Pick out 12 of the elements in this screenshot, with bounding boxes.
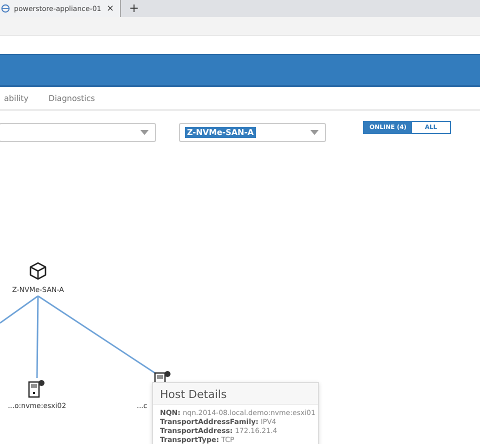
dropdown-value: Z-NVMe-SAN-A [185, 126, 256, 138]
dropdown[interactable]: Z-NVMe-SAN-A [179, 122, 326, 142]
tooltip-title: Host Details [160, 388, 227, 401]
caret-icon [140, 130, 149, 134]
globe-icon [1, 4, 10, 13]
server-icon[interactable] [28, 379, 45, 398]
nav-tab[interactable]: Diagnostics [46, 92, 98, 104]
nav-tab[interactable]: ability [1, 92, 32, 104]
caret-icon [310, 130, 319, 134]
new-tab-button[interactable]: + [129, 0, 140, 17]
cube-icon[interactable] [29, 262, 47, 280]
close-tab-button[interactable]: × [106, 4, 114, 14]
